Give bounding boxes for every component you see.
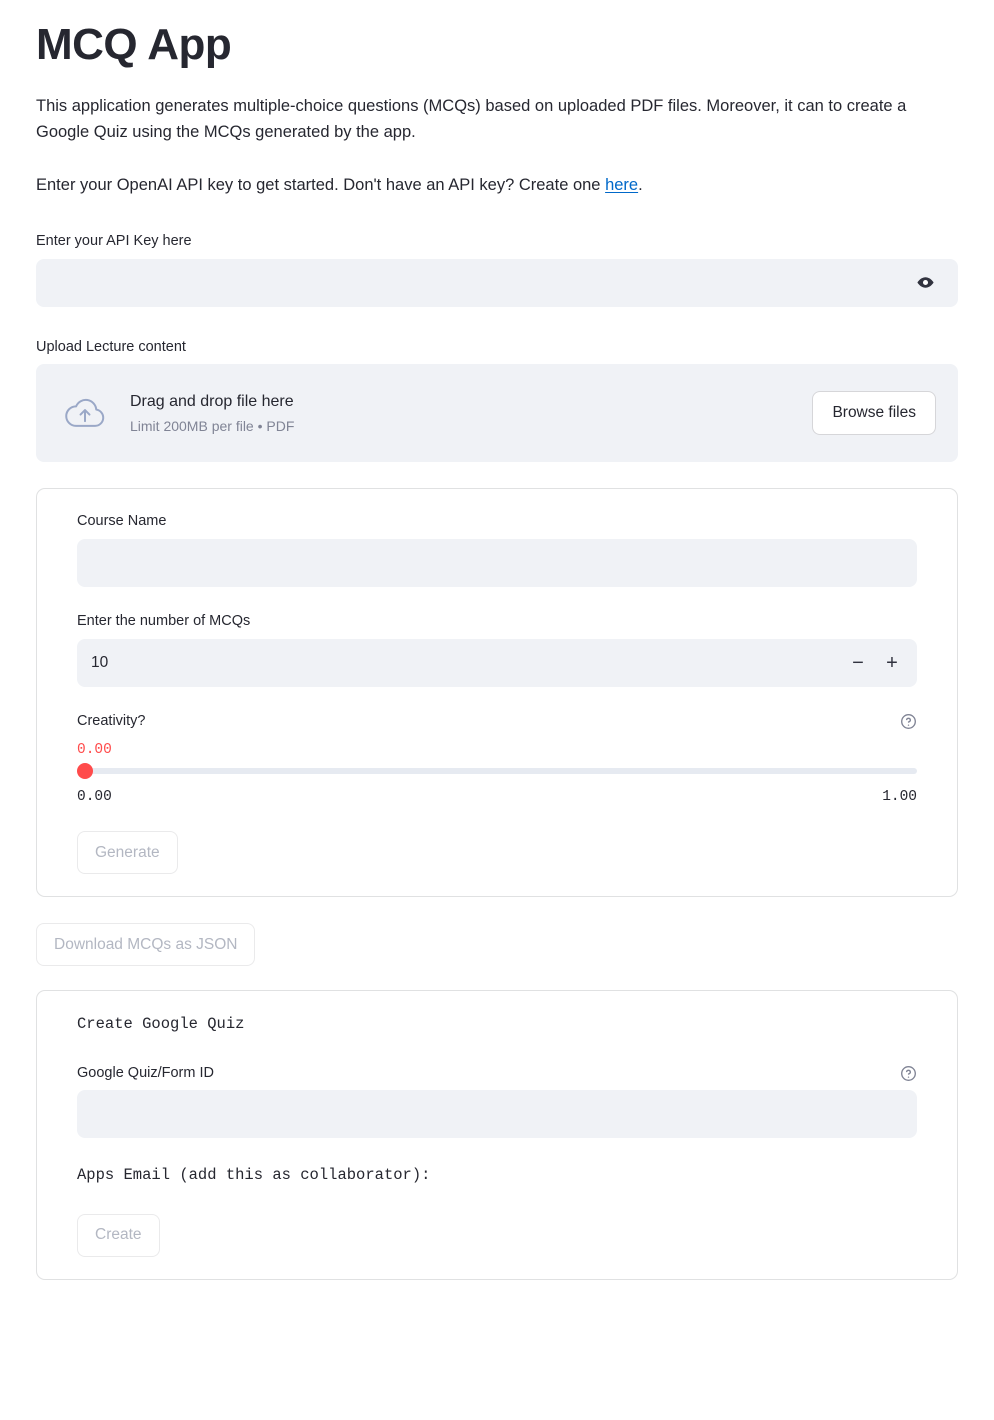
app-description-2: Enter your OpenAI API key to get started… [36, 172, 958, 199]
description-2-before: Enter your OpenAI API key to get started… [36, 176, 606, 195]
course-name-label: Course Name [77, 513, 167, 530]
form-id-field: Google Quiz/Form ID [77, 1063, 917, 1139]
slider-track[interactable] [77, 768, 917, 775]
api-key-input[interactable] [36, 258, 958, 307]
course-name-input[interactable] [77, 539, 917, 587]
num-mcqs-field: Enter the number of MCQs 10 − + [77, 611, 917, 687]
app-page: MCQ App This application generates multi… [0, 0, 994, 1420]
slider-thumb[interactable] [77, 763, 93, 780]
generate-button[interactable]: Generate [77, 831, 178, 875]
description-2-after: . [638, 176, 643, 195]
file-limit-text: Limit 200MB per file • PDF [130, 417, 295, 434]
page-title: MCQ App [36, 20, 232, 69]
num-mcqs-stepper[interactable]: 10 − + [77, 638, 917, 687]
circle-question-icon[interactable] [900, 1065, 917, 1082]
drag-drop-text: Drag and drop file here [130, 393, 294, 411]
course-name-field: Course Name [77, 511, 917, 587]
create-api-key-link[interactable]: here [605, 176, 638, 194]
form-id-input[interactable] [77, 1090, 917, 1139]
apps-email-label: Apps Email (add this as collaborator): [77, 1166, 440, 1185]
generation-form-container: Course Name Enter the number of MCQs 10 … [36, 488, 958, 898]
dropzone-texts: Drag and drop file here Limit 200MB per … [130, 390, 812, 436]
download-mcqs-json-button[interactable]: Download MCQs as JSON [36, 923, 256, 967]
course-name-label-row: Course Name [77, 511, 917, 533]
num-mcqs-label-row: Enter the number of MCQs [77, 611, 917, 633]
creativity-current-value: 0.00 [77, 741, 112, 758]
browse-files-button[interactable]: Browse files [812, 391, 936, 436]
cloud-upload-icon [62, 390, 108, 436]
google-quiz-inner: Create Google Quiz Google Quiz/Form ID A… [57, 1013, 937, 1257]
plus-icon[interactable]: + [875, 646, 909, 680]
app-description-1: This application generates multiple-choi… [36, 96, 907, 142]
creativity-slider[interactable] [77, 763, 917, 780]
api-key-label: Enter your API Key here [36, 232, 192, 249]
form-id-label: Google Quiz/Form ID [77, 1064, 214, 1081]
download-button-row: Download MCQs as JSON [36, 923, 958, 967]
creativity-label: Creativity? [77, 712, 146, 729]
upload-block: Upload Lecture content Drag and drop fil… [36, 337, 958, 463]
uploader-label-row: Upload Lecture content [36, 337, 958, 359]
circle-question-icon[interactable] [900, 713, 917, 730]
create-button-row: Create [77, 1213, 917, 1257]
slider-bounds: 0.00 1.00 [77, 789, 917, 805]
slider-max-label: 1.00 [882, 789, 917, 806]
creativity-field: Creativity? 0.00 0.00 1.00 [77, 711, 917, 805]
num-mcqs-value: 10 [91, 653, 109, 671]
creativity-label-row: Creativity? [77, 711, 917, 733]
form-id-label-row: Google Quiz/Form ID [77, 1063, 917, 1085]
api-key-label-row: Enter your API Key here [36, 231, 958, 253]
minus-icon[interactable]: − [841, 646, 875, 680]
generate-button-row: Generate [77, 831, 917, 875]
uploader-label: Upload Lecture content [36, 338, 186, 355]
file-dropzone[interactable]: Drag and drop file here Limit 200MB per … [36, 364, 958, 463]
google-quiz-container: Create Google Quiz Google Quiz/Form ID A… [36, 990, 958, 1280]
slider-min-label: 0.00 [77, 789, 112, 806]
api-key-block: Enter your API Key here [36, 231, 958, 307]
apps-email-row: Apps Email (add this as collaborator): [77, 1164, 917, 1187]
generation-form-inner: Course Name Enter the number of MCQs 10 … [57, 511, 937, 875]
eye-icon[interactable] [911, 269, 939, 297]
num-mcqs-label: Enter the number of MCQs [77, 613, 251, 629]
create-quiz-button[interactable]: Create [77, 1213, 160, 1257]
creativity-slider-wrap: 0.00 0.00 1.00 [77, 739, 917, 805]
create-google-quiz-heading: Create Google Quiz [77, 1015, 245, 1034]
